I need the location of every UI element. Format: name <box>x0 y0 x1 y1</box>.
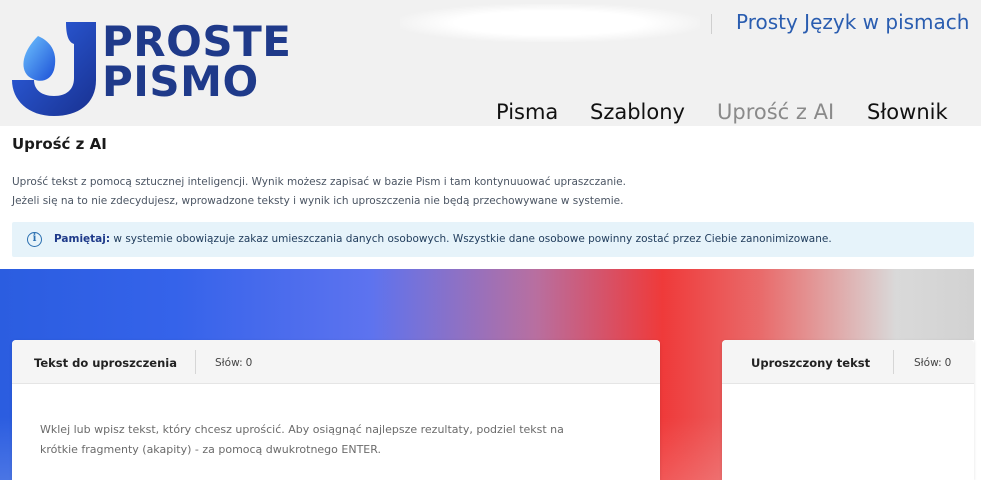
banner-label: Pamiętaj: <box>54 233 111 245</box>
page-description-line-1: Uprość tekst z pomocą sztucznej intelige… <box>12 176 626 188</box>
output-text-panel: Uproszczony tekst Słów: 0 <box>722 340 974 480</box>
input-panel-header: Tekst do uproszczenia Słów: 0 <box>12 340 660 384</box>
brand-logo[interactable]: PROSTE PISMO <box>8 18 291 118</box>
input-word-count-value: 0 <box>245 357 253 369</box>
page-title: Uprość z AI <box>12 135 107 153</box>
logo-line-2: PISMO <box>102 57 259 106</box>
output-word-count-label: Słów: <box>914 357 942 369</box>
header-tagline-link[interactable]: Prosty Język w pismach <box>736 10 969 34</box>
nav-item-pisma[interactable]: Pisma <box>496 100 558 124</box>
nav-item-szablony[interactable]: Szablony <box>590 100 685 124</box>
input-text-panel: Tekst do uproszczenia Słów: 0 Wklej lub w… <box>12 340 660 480</box>
logo-mark-icon <box>12 22 96 116</box>
nav-item-uprosc-z-ai[interactable]: Uprość z AI <box>717 100 834 124</box>
input-word-count-label: Słów: <box>215 357 243 369</box>
output-word-count: Słów: 0 <box>914 357 951 369</box>
input-panel-separator <box>195 350 196 374</box>
page-description-line-2: Jeżeli się na to nie zdecydujesz, wprowa… <box>12 195 624 207</box>
input-word-count: Słów: 0 <box>215 357 252 369</box>
output-panel-separator <box>893 350 894 374</box>
header-divider <box>711 14 712 34</box>
input-panel-title: Tekst do uproszczenia <box>34 356 177 370</box>
info-icon: i <box>27 232 42 247</box>
redacted-area <box>400 4 700 42</box>
nav-item-slownik[interactable]: Słownik <box>867 100 948 124</box>
logo-line-1: PROSTE <box>102 17 292 66</box>
banner-text: w systemie obowiązuje zakaz umieszczania… <box>110 233 832 245</box>
logo-wordmark: PROSTE PISMO <box>102 17 292 106</box>
output-panel-title: Uproszczony tekst <box>751 356 871 370</box>
output-word-count-value: 0 <box>944 357 952 369</box>
output-panel-header: Uproszczony tekst Słów: 0 <box>722 340 974 384</box>
input-textarea[interactable]: Wklej lub wpisz tekst, który chcesz upro… <box>40 420 600 460</box>
site-header: PROSTE PISMO Prosty Język w pismach Pism… <box>0 0 981 126</box>
privacy-notice-banner: i Pamiętaj: w systemie obowiązuje zakaz … <box>12 222 974 257</box>
banner-message: Pamiętaj: w systemie obowiązuje zakaz um… <box>54 233 832 245</box>
